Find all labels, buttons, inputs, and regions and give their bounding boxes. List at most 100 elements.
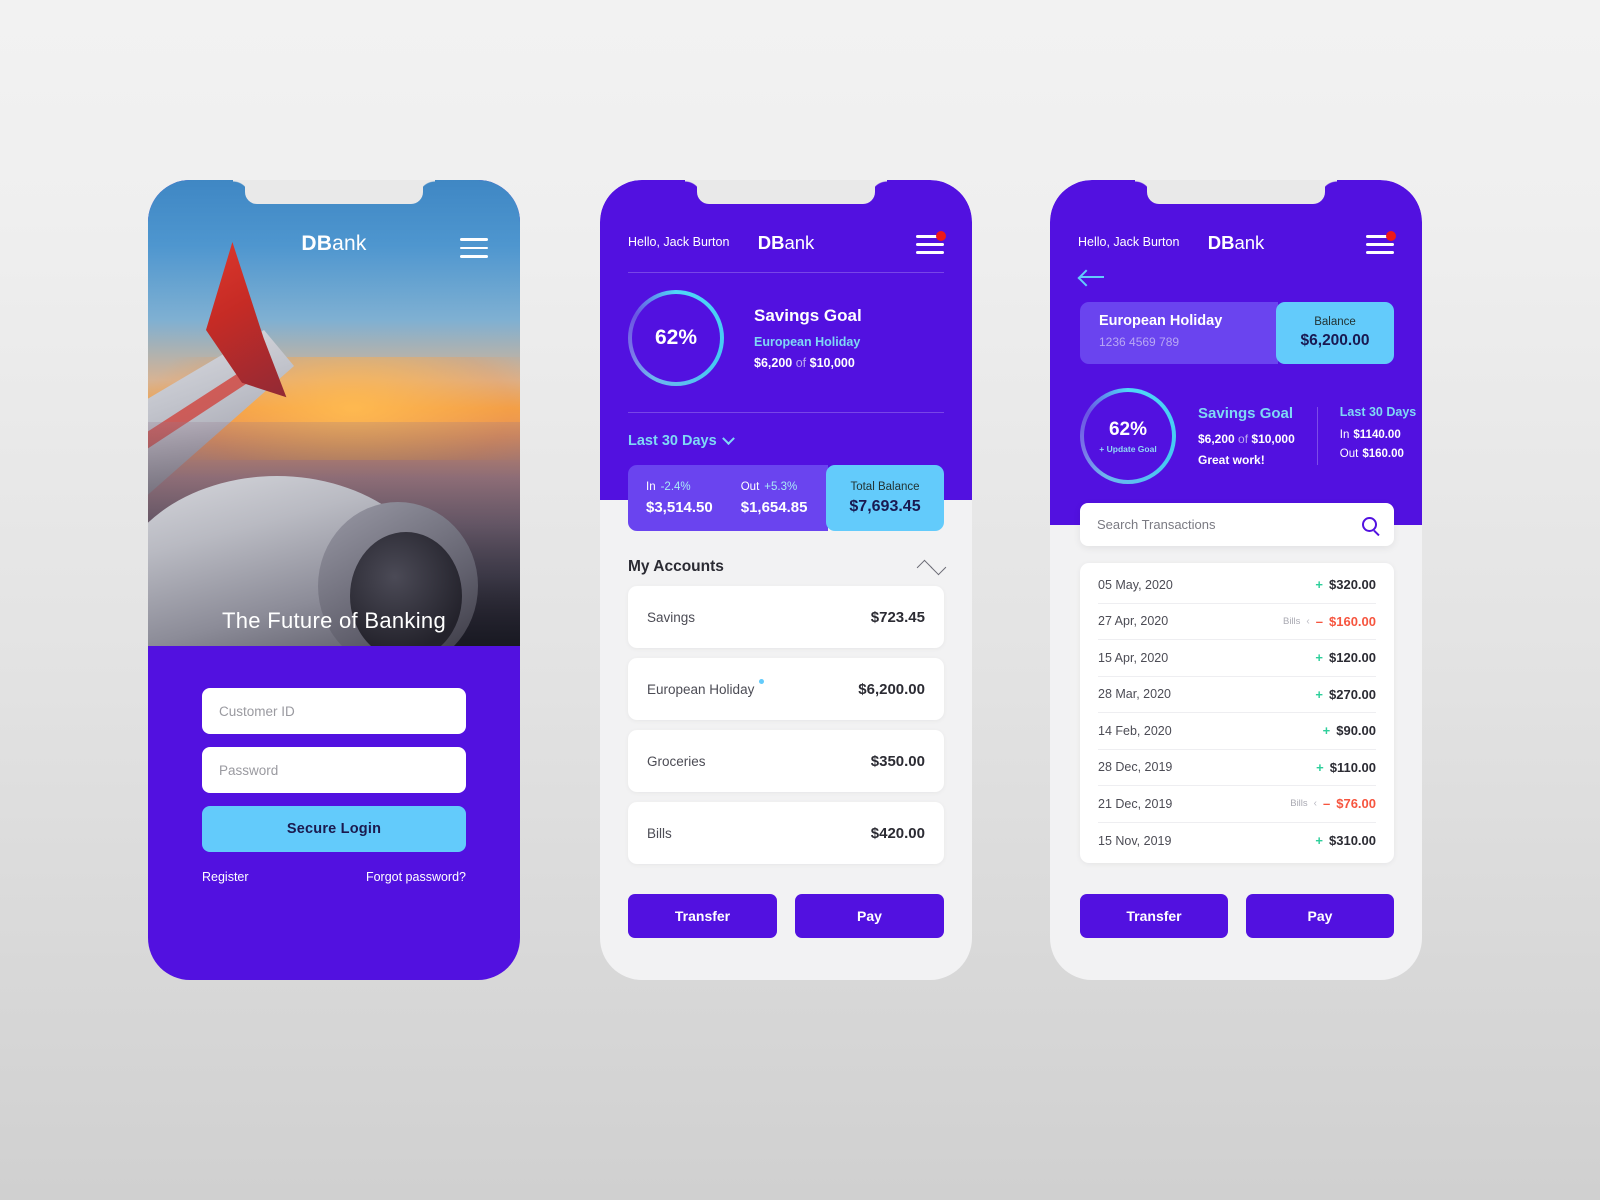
vertical-divider	[1316, 407, 1318, 465]
savings-goal-progress-ring: 62%	[628, 290, 724, 386]
transaction-row[interactable]: 27 Apr, 2020 Bills ‹ – $160.00	[1098, 604, 1376, 640]
transaction-amount: $76.00	[1336, 796, 1376, 812]
chevron-left-icon: ‹	[1306, 615, 1310, 627]
search-input[interactable]	[1097, 517, 1362, 532]
transaction-row[interactable]: 28 Dec, 2019 + $110.00	[1098, 750, 1376, 786]
transaction-date: 28 Dec, 2019	[1098, 760, 1173, 775]
pay-button[interactable]: Pay	[795, 894, 944, 938]
account-row-groceries[interactable]: Groceries $350.00	[628, 730, 944, 792]
account-row-savings[interactable]: Savings $723.45	[628, 586, 944, 648]
transfer-button[interactable]: Transfer	[628, 894, 777, 938]
out-label-row: Out +5.3%	[741, 481, 808, 493]
transaction-category: Bills	[1283, 615, 1301, 627]
in-label-row: In -2.4%	[646, 481, 713, 493]
goal-of-label: of	[795, 356, 807, 370]
transaction-value: + $310.00	[1315, 833, 1376, 848]
transfer-button[interactable]: Transfer	[1080, 894, 1228, 938]
account-name: Groceries	[647, 753, 706, 769]
account-name: European Holiday	[647, 678, 765, 697]
login-screen-phone: DBank The Future of Banking Secure Login…	[148, 180, 520, 980]
transaction-sign: –	[1315, 613, 1323, 629]
search-icon[interactable]	[1362, 517, 1377, 532]
accounts-section-header: My Accounts	[628, 558, 947, 576]
logo-light: ank	[784, 232, 815, 253]
goal-target: $10,000	[809, 356, 855, 370]
hamburger-menu-icon[interactable]	[460, 238, 488, 258]
account-row-european-holiday[interactable]: European Holiday $6,200.00	[628, 658, 944, 720]
password-input[interactable]	[202, 747, 466, 793]
customer-id-input[interactable]	[202, 688, 466, 734]
savings-goal-summary: 62% Savings Goal European Holiday $6,200…	[628, 290, 862, 386]
logo-bold: DB	[757, 232, 785, 253]
goal-of-label: of	[1238, 432, 1249, 446]
period-selector[interactable]: Last 30 Days	[628, 431, 735, 449]
transaction-amount: $90.00	[1336, 723, 1376, 739]
transaction-value: + $270.00	[1315, 687, 1376, 702]
goal-percent: 62%	[1108, 418, 1148, 440]
action-buttons: Transfer Pay	[628, 894, 944, 938]
back-arrow-icon[interactable]	[1080, 270, 1104, 284]
transaction-date: 27 Apr, 2020	[1098, 614, 1169, 629]
total-balance-amount: $7,693.45	[849, 497, 921, 515]
transaction-amount: $110.00	[1329, 759, 1376, 775]
transaction-date: 15 Apr, 2020	[1098, 650, 1169, 665]
transaction-amount: $310.00	[1329, 833, 1376, 849]
hamburger-menu-icon[interactable]	[916, 231, 946, 254]
account-card-balance[interactable]: Balance $6,200.00	[1276, 302, 1394, 364]
out-change: +5.3%	[764, 480, 798, 493]
out-label: Out	[740, 480, 760, 493]
transaction-row[interactable]: 15 Nov, 2019 + $310.00	[1098, 823, 1376, 860]
search-transactions-bar	[1080, 503, 1394, 546]
out-label: Out	[1339, 448, 1359, 460]
hamburger-line	[916, 251, 944, 254]
chevron-down-icon[interactable]	[930, 559, 947, 575]
transaction-category: Bills	[1290, 798, 1308, 810]
period-out: Out $160.00	[1340, 448, 1416, 460]
period-summary: Last 30 Days In $1140.00 Out $160.00	[1340, 405, 1416, 467]
section-divider	[628, 412, 944, 413]
transaction-row[interactable]: 21 Dec, 2019 Bills ‹ – $76.00	[1098, 786, 1376, 823]
transaction-sign: +	[1322, 723, 1331, 739]
forgot-password-link[interactable]: Forgot password?	[366, 870, 466, 884]
period-in: In $1140.00	[1340, 429, 1416, 441]
hamburger-line	[916, 243, 944, 246]
login-links: Register Forgot password?	[202, 870, 466, 884]
accounts-list: Savings $723.45 European Holiday $6,200.…	[628, 586, 944, 874]
transaction-row[interactable]: 14 Feb, 2020 + $90.00	[1098, 713, 1376, 750]
account-detail-screen-phone: Hello, Jack Burton DBank European Holida…	[1050, 180, 1422, 980]
account-amount: $6,200.00	[858, 680, 925, 698]
dashboard-screen-phone: Hello, Jack Burton DBank 62% Savings Goa…	[600, 180, 972, 980]
in-change: -2.4%	[660, 480, 691, 493]
in-amount: $1140.00	[1353, 429, 1401, 441]
transaction-value: + $320.00	[1315, 577, 1376, 592]
account-card-info[interactable]: European Holiday 1236 4569 789	[1080, 302, 1278, 364]
out-amount: $160.00	[1362, 448, 1404, 460]
action-buttons: Transfer Pay	[1080, 894, 1394, 938]
chevron-down-icon	[721, 431, 735, 445]
balance-label: Balance	[1314, 316, 1356, 328]
transaction-date: 28 Mar, 2020	[1098, 687, 1171, 702]
account-amount: $723.45	[870, 608, 925, 626]
transaction-row[interactable]: 28 Mar, 2020 + $270.00	[1098, 677, 1376, 713]
accounts-sort-controls[interactable]	[916, 559, 947, 575]
transaction-sign: +	[1315, 833, 1323, 849]
goal-amounts: $6,200 of $10,000	[1198, 432, 1295, 446]
account-amount: $420.00	[870, 824, 925, 842]
update-goal-link[interactable]: + Update Goal	[1099, 444, 1156, 454]
goal-message: Great work!	[1198, 453, 1265, 467]
transaction-row[interactable]: 05 May, 2020 + $320.00	[1098, 567, 1376, 604]
total-balance-panel[interactable]: Total Balance $7,693.45	[826, 465, 944, 531]
logo-light: ank	[332, 232, 367, 255]
login-form: Secure Login Register Forgot password?	[202, 688, 466, 884]
goal-summary-row: 62% + Update Goal Savings Goal $6,200 of…	[1080, 388, 1416, 484]
secure-login-button[interactable]: Secure Login	[202, 806, 466, 852]
goal-percent: 62%	[654, 326, 698, 349]
register-link[interactable]: Register	[202, 870, 249, 884]
account-name: Savings	[647, 609, 696, 625]
total-balance-label: Total Balance	[850, 480, 920, 493]
transaction-row[interactable]: 15 Apr, 2020 + $120.00	[1098, 640, 1376, 677]
hamburger-menu-icon[interactable]	[1366, 231, 1396, 254]
account-name: Bills	[647, 825, 672, 841]
pay-button[interactable]: Pay	[1246, 894, 1394, 938]
account-row-bills[interactable]: Bills $420.00	[628, 802, 944, 864]
